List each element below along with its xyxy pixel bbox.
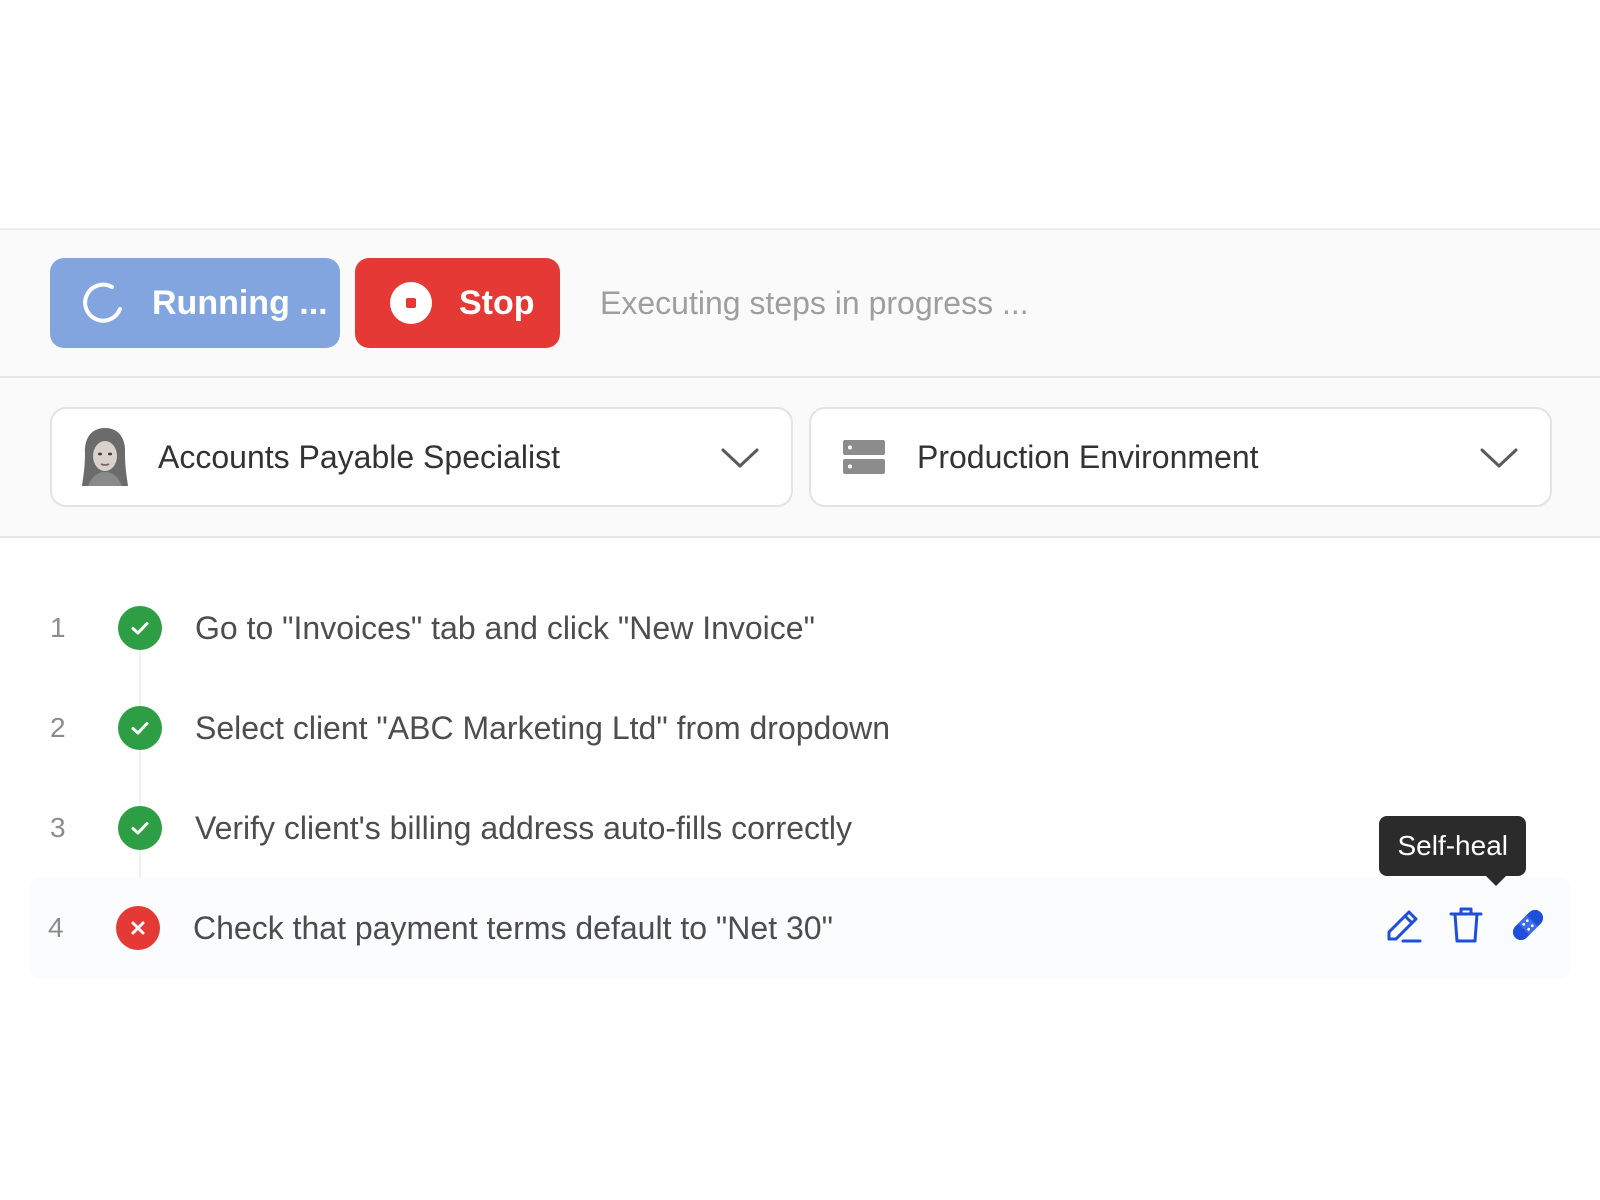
bandage-icon[interactable] bbox=[1508, 903, 1548, 947]
error-icon bbox=[116, 906, 160, 950]
persona-select[interactable]: Accounts Payable Specialist bbox=[50, 407, 793, 507]
pencil-icon[interactable] bbox=[1384, 903, 1424, 947]
step-list: 1 Go to "Invoices" tab and click "New In… bbox=[0, 538, 1600, 978]
step-number: 4 bbox=[48, 912, 64, 943]
check-icon bbox=[118, 706, 162, 750]
check-icon bbox=[118, 806, 162, 850]
running-button[interactable]: Running ... bbox=[50, 258, 340, 348]
self-heal-tooltip: Self-heal bbox=[1379, 816, 1526, 886]
check-icon bbox=[118, 606, 162, 650]
stop-button[interactable]: Stop bbox=[355, 258, 560, 348]
run-status-text: Executing steps in progress ... bbox=[600, 284, 1029, 321]
step-row[interactable]: 3 Verify client's billing address auto-f… bbox=[0, 778, 1600, 878]
avatar-icon bbox=[80, 425, 130, 489]
step-number: 3 bbox=[50, 812, 66, 843]
selector-bar: Accounts Payable Specialist Production E… bbox=[0, 378, 1600, 538]
environment-select-label: Production Environment bbox=[917, 438, 1259, 475]
stop-icon bbox=[389, 281, 433, 325]
spinner-icon bbox=[82, 281, 126, 325]
step-text: Go to "Invoices" tab and click "New Invo… bbox=[195, 609, 815, 646]
run-toolbar: Running ... Stop Executing steps in prog… bbox=[0, 230, 1600, 378]
step-text: Select client "ABC Marketing Ltd" from d… bbox=[195, 709, 891, 746]
step-number: 1 bbox=[50, 612, 66, 643]
step-number: 2 bbox=[50, 712, 66, 743]
chevron-down-icon bbox=[1478, 436, 1520, 478]
step-actions bbox=[1384, 903, 1548, 947]
step-row[interactable]: 2 Select client "ABC Marketing Ltd" from… bbox=[0, 678, 1600, 778]
trash-icon[interactable] bbox=[1446, 903, 1486, 947]
top-blank-area bbox=[0, 0, 1600, 230]
persona-select-label: Accounts Payable Specialist bbox=[158, 438, 560, 475]
step-text: Verify client's billing address auto-fil… bbox=[195, 809, 853, 846]
step-row[interactable]: 1 Go to "Invoices" tab and click "New In… bbox=[0, 578, 1600, 678]
stop-button-label: Stop bbox=[459, 283, 535, 322]
server-icon bbox=[839, 425, 889, 489]
environment-select[interactable]: Production Environment bbox=[809, 407, 1552, 507]
running-button-label: Running ... bbox=[152, 283, 328, 322]
chevron-down-icon bbox=[719, 436, 761, 478]
step-text: Check that payment terms default to "Net… bbox=[193, 909, 833, 946]
step-row-failed[interactable]: 4 Check that payment terms default to "N… bbox=[30, 816, 1570, 978]
